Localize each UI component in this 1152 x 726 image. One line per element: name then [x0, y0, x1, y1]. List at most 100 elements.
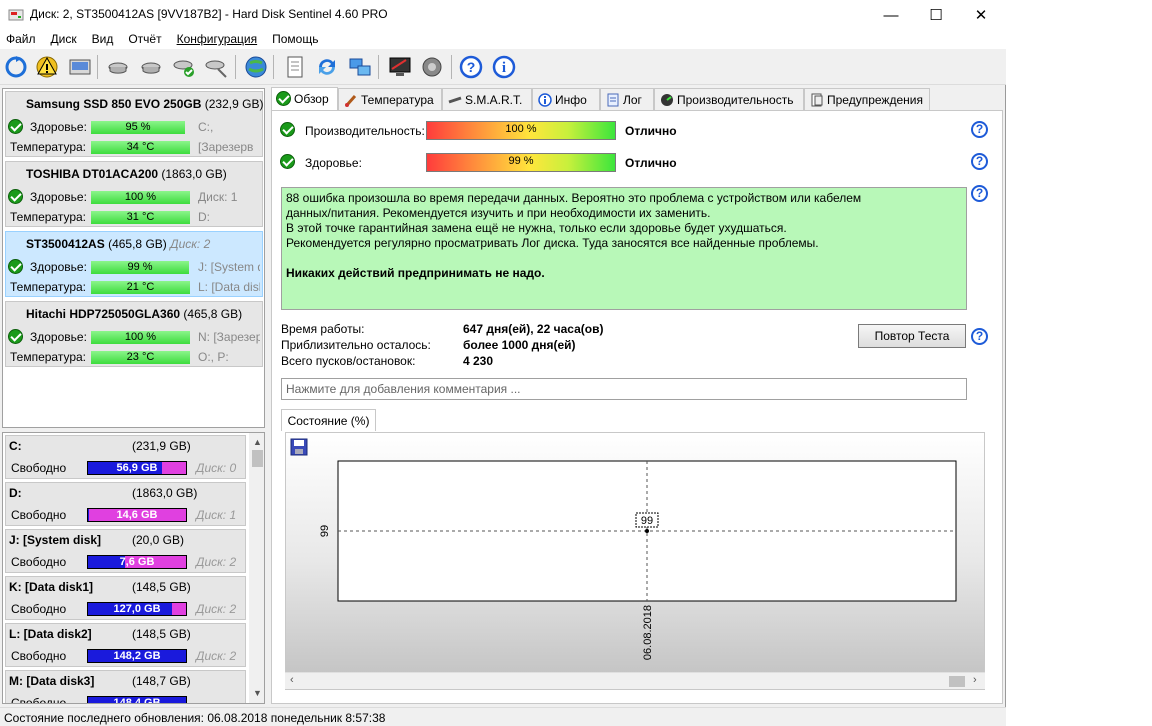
- scroll-left-icon[interactable]: ‹: [290, 674, 294, 686]
- health-ok-icon: [8, 329, 23, 344]
- menu-configuration[interactable]: Конфигурация: [171, 30, 267, 49]
- disk-card[interactable]: Samsung SSD 850 EVO 250GB (232,9 GB) Здо…: [5, 91, 263, 157]
- disk-temp-bar: 31 °C: [91, 211, 190, 224]
- minimize-button[interactable]: —: [868, 0, 914, 30]
- volume-card[interactable]: J: [System disk] (20,0 GB) Свободно 7,6 GB Д…: [5, 529, 246, 573]
- health-help-icon[interactable]: ?: [971, 153, 988, 170]
- refresh-icon[interactable]: [2, 53, 30, 81]
- disk-health-bar: 99 %: [91, 261, 189, 274]
- point-label: 99: [641, 515, 653, 527]
- tab-log-label: Лог: [623, 93, 642, 107]
- disk-card[interactable]: Hitachi HDP725050GLA360 (465,8 GB) Здоро…: [5, 301, 263, 367]
- volume-free-value: 14,6 GB: [116, 509, 158, 521]
- disk-test-icon[interactable]: [105, 53, 133, 81]
- volume-name: M: [Data disk3]: [9, 674, 95, 688]
- volume-free-label: Свободно: [11, 649, 67, 663]
- tab-info-label: Инфо: [555, 93, 587, 107]
- volume-size: (20,0 GB): [132, 533, 185, 547]
- warnings-icon: [811, 93, 823, 107]
- volume-disk: Диск: 2: [196, 649, 237, 663]
- volume-scrollbar[interactable]: ▲ ▼: [249, 433, 264, 703]
- health-ok-icon: [280, 154, 295, 169]
- menu-disk[interactable]: Диск: [45, 30, 86, 49]
- toolbar-separator: [451, 55, 452, 79]
- volume-free-label: Свободно: [11, 696, 67, 704]
- volume-scroll-thumb[interactable]: [252, 450, 263, 467]
- help-icon[interactable]: ?: [457, 53, 485, 81]
- menu-view[interactable]: Вид: [86, 30, 123, 49]
- tab-log[interactable]: Лог: [600, 88, 654, 110]
- chart-scroll-thumb[interactable]: [949, 676, 965, 687]
- tab-temperature[interactable]: Температура: [338, 88, 442, 110]
- report-icon[interactable]: [281, 53, 309, 81]
- volume-size: (231,9 GB): [132, 439, 191, 453]
- volume-card[interactable]: K: [Data disk1] (148,5 GB) Свободно 127,0 G…: [5, 576, 246, 620]
- volume-size: (148,7 GB): [132, 674, 191, 688]
- performance-ok-icon: [280, 122, 295, 137]
- network-icon[interactable]: [346, 53, 374, 81]
- scroll-down-icon[interactable]: ▼: [253, 688, 262, 698]
- volume-usage-bar: 127,0 GB: [87, 602, 187, 616]
- title-bar: Диск: 2, ST3500412AS [9VV187B2] - Hard D…: [0, 0, 1006, 30]
- disk-icon[interactable]: [66, 53, 94, 81]
- disk-card[interactable]: TOSHIBA DT01ACA200 (1863,0 GB) Здоровье:…: [5, 161, 263, 227]
- disk-card[interactable]: ST3500412AS (465,8 GB) Диск: 2 Здоровье: 9…: [5, 231, 263, 297]
- alert-icon[interactable]: [33, 53, 61, 81]
- menu-report[interactable]: Отчёт: [122, 30, 170, 49]
- monitor-icon[interactable]: [386, 53, 414, 81]
- info-icon: [538, 93, 552, 107]
- info-icon[interactable]: i: [490, 53, 518, 81]
- globe-icon[interactable]: [242, 53, 270, 81]
- disk-volumes-info: N: [Зарезер: [198, 330, 260, 344]
- performance-value: 100 %: [505, 123, 537, 135]
- volume-free-value: 148,4 GB: [113, 697, 161, 704]
- toolbar-separator: [235, 55, 236, 79]
- volume-card[interactable]: L: [Data disk2] (148,5 GB) Свободно 148,2 G…: [5, 623, 246, 667]
- tab-warnings[interactable]: Предупреждения: [804, 88, 930, 110]
- sound-icon[interactable]: [418, 53, 446, 81]
- disk-temp-bar: 21 °C: [91, 281, 190, 294]
- status-bar: Состояние последнего обновления: 06.08.2…: [0, 707, 1006, 726]
- disk-tools-icon[interactable]: [202, 53, 230, 81]
- volume-disk: Диск: 2: [196, 602, 237, 616]
- tab-performance[interactable]: Производительность: [654, 88, 804, 110]
- scroll-right-icon[interactable]: ›: [973, 674, 977, 686]
- sync-icon[interactable]: [313, 53, 341, 81]
- menu-help[interactable]: Помощь: [266, 30, 327, 49]
- volume-size: (148,5 GB): [132, 627, 191, 641]
- message-help-icon[interactable]: ?: [971, 185, 988, 202]
- tab-overview[interactable]: Обзор: [271, 87, 338, 110]
- volume-free-label: Свободно: [11, 602, 67, 616]
- tab-info[interactable]: Инфо: [532, 88, 600, 110]
- health-value: 99 %: [508, 155, 534, 167]
- scroll-up-icon[interactable]: ▲: [253, 437, 262, 447]
- disk-ok-icon[interactable]: [170, 53, 198, 81]
- volume-size: (148,5 GB): [132, 580, 191, 594]
- disk-test-2-icon[interactable]: [138, 53, 166, 81]
- tab-overview-label: Обзор: [294, 92, 329, 106]
- close-button[interactable]: ✕: [958, 0, 1004, 30]
- chart-scrollbar[interactable]: ‹ ›: [285, 672, 985, 689]
- menu-file[interactable]: Файл: [0, 30, 45, 49]
- disk-name: ST3500412AS (465,8 GB) Диск: 2: [26, 237, 211, 251]
- disk-temp-label: Температура:: [10, 280, 87, 294]
- volume-disk: Диск: 2: [196, 555, 237, 569]
- tab-smart[interactable]: S.M.A.R.T.: [442, 88, 532, 110]
- disk-name: Hitachi HDP725050GLA360 (465,8 GB): [26, 307, 243, 321]
- volume-name: D:: [9, 486, 22, 500]
- disk-name: TOSHIBA DT01ACA200 (1863,0 GB): [26, 167, 227, 181]
- maximize-button[interactable]: ☐: [913, 0, 959, 30]
- volume-usage-bar: 148,4 GB: [87, 696, 187, 704]
- comment-input[interactable]: Нажмите для добавления комментария ...: [281, 378, 967, 400]
- volume-card[interactable]: C: (231,9 GB) Свободно 56,9 GB Диск: 0: [5, 435, 246, 479]
- tab-state[interactable]: Состояние (%): [281, 409, 376, 431]
- data-point: [645, 529, 649, 533]
- volume-card[interactable]: D: (1863,0 GB) Свободно 14,6 GB Диск: 1: [5, 482, 246, 526]
- performance-help-icon[interactable]: ?: [971, 121, 988, 138]
- retest-help-icon[interactable]: ?: [971, 328, 988, 345]
- volume-free-label: Свободно: [11, 555, 67, 569]
- health-ok-icon: [8, 189, 23, 204]
- retest-button[interactable]: Повтор Теста: [858, 324, 966, 348]
- volume-card[interactable]: M: [Data disk3] (148,7 GB) Свободно 148,4 G…: [5, 670, 246, 704]
- disk-health-label: Здоровье:: [30, 190, 87, 204]
